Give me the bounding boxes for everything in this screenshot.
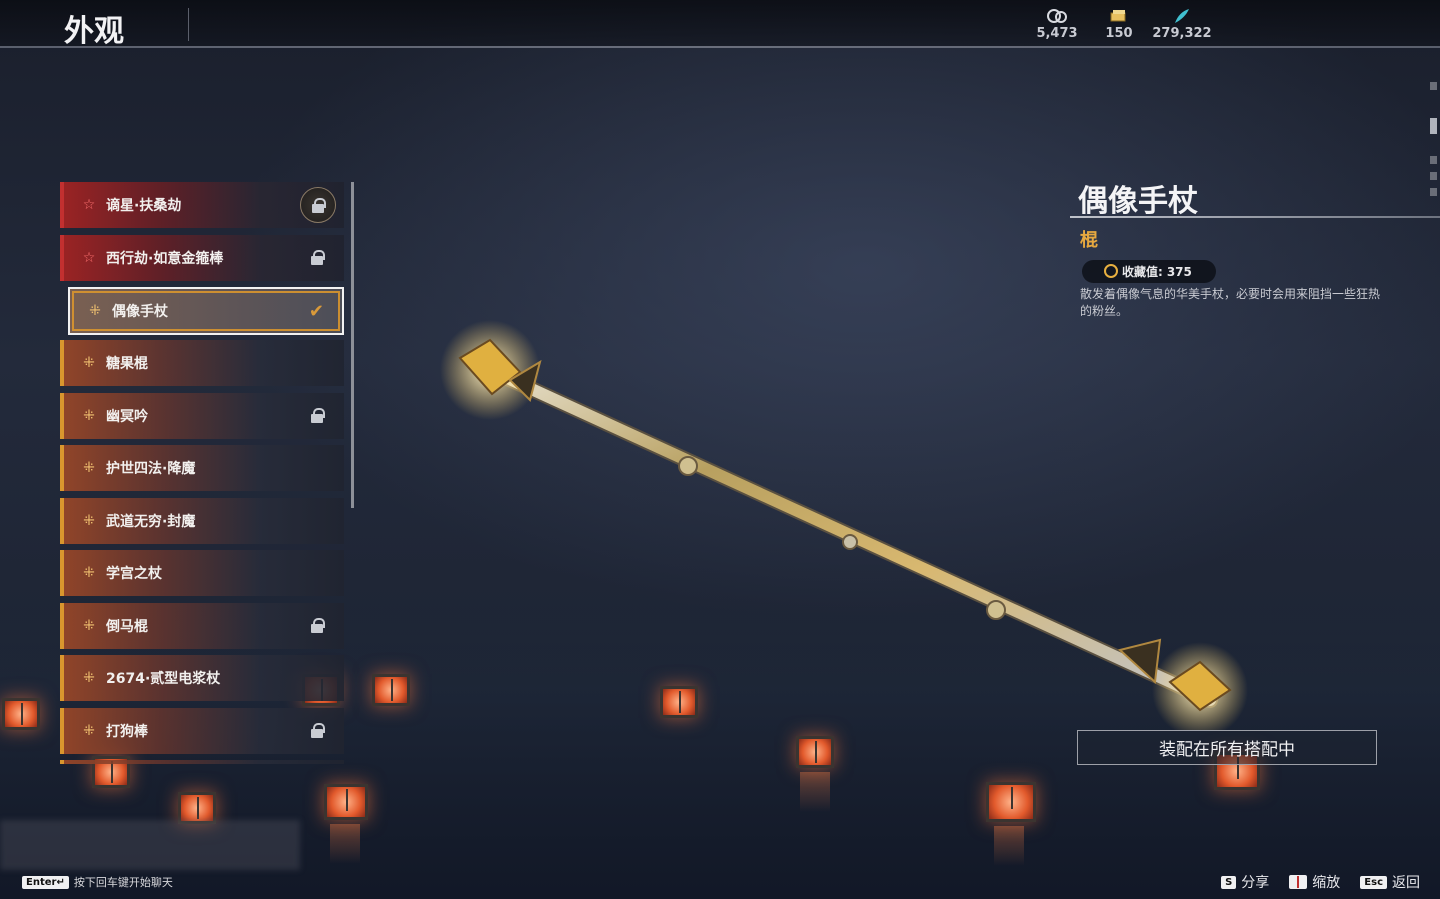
item-description: 散发着偶像气息的华美手杖，必要时会用来阻挡一些狂热的粉丝。 <box>1080 287 1381 318</box>
list-item[interactable]: ⁜ 2674·贰型电浆杖 <box>60 655 344 701</box>
lantern-reflection <box>800 772 830 812</box>
staff-weapon-preview <box>440 320 1248 730</box>
lantern-decoration <box>324 784 368 820</box>
list-item[interactable]: ⁜ 倒马棍 <box>60 603 344 649</box>
list-item[interactable]: ⁜ 打狗棒 <box>60 708 344 754</box>
lantern-reflection <box>330 824 360 864</box>
book-icon <box>1289 875 1308 889</box>
chat-hint: Enter↵ 按下回车键开始聊天 <box>22 874 173 890</box>
footer-actions: S 分享 缩放 Esc 返回 <box>1221 872 1420 892</box>
lock-icon <box>310 250 326 266</box>
item-name: 学宫之杖 <box>106 566 162 582</box>
skin-list[interactable]: ☆ 谪星·扶桑劫 ☆ 西行劫·如意金箍棒 ⁜ 偶像手杖 ✔ ⁜ 糖果棍 ⁜ 幽冥… <box>60 182 346 764</box>
rarity-icon: ⁜ <box>89 303 101 319</box>
scroll-marker <box>1430 172 1437 180</box>
list-item[interactable]: ⁜ 幽冥吟 <box>60 393 344 439</box>
checkmark-icon: ✔ <box>308 300 324 322</box>
lock-icon <box>310 723 326 739</box>
zoom-button[interactable]: 缩放 <box>1289 872 1340 892</box>
lantern-decoration <box>2 698 40 730</box>
rarity-icon: ⁜ <box>83 670 95 686</box>
lantern-decoration <box>986 782 1036 822</box>
item-name: 西行劫·如意金箍棒 <box>106 251 224 267</box>
collection-label: 收藏值: <box>1122 265 1163 279</box>
rarity-icon: ⁜ <box>83 460 95 476</box>
detail-divider <box>1070 216 1440 218</box>
share-label: 分享 <box>1241 875 1270 891</box>
rarity-icon: ⁜ <box>83 723 95 739</box>
list-item[interactable]: ⁜ 护世四法·降魔 <box>60 445 344 491</box>
blurred-region <box>0 820 300 870</box>
collection-value-badge: 收藏值: 375 <box>1082 260 1216 283</box>
item-name: 倒马棍 <box>106 619 148 635</box>
currency-feather: 279,322 <box>1142 8 1222 41</box>
scroll-marker <box>1430 188 1437 196</box>
list-item-partial[interactable] <box>60 760 344 764</box>
rarity-icon: ⁜ <box>83 408 95 424</box>
scroll-marker <box>1430 156 1437 164</box>
lantern-reflection <box>994 826 1024 866</box>
share-button[interactable]: S 分享 <box>1221 872 1269 892</box>
rarity-icon: ⁜ <box>83 355 95 371</box>
item-name: 打狗棒 <box>106 724 148 740</box>
collection-icon <box>1104 264 1118 278</box>
lantern-decoration <box>372 674 410 706</box>
top-bar <box>0 0 1440 48</box>
weapon-type: 棍 <box>1080 230 1098 251</box>
collection-value: 375 <box>1166 264 1192 279</box>
list-scrollbar[interactable] <box>351 182 354 508</box>
item-name: 谪星·扶桑劫 <box>106 198 182 214</box>
item-name: 护世四法·降魔 <box>106 461 196 477</box>
back-button[interactable]: Esc 返回 <box>1360 872 1420 892</box>
list-item[interactable]: ⁜ 糖果棍 <box>60 340 344 386</box>
chat-hint-text: 按下回车键开始聊天 <box>73 876 173 889</box>
scroll-marker[interactable] <box>1430 118 1437 134</box>
lock-icon <box>310 408 326 424</box>
title-separator <box>188 8 189 41</box>
s-key-icon: S <box>1221 875 1237 889</box>
lantern-decoration <box>796 736 834 768</box>
back-label: 返回 <box>1392 875 1420 891</box>
item-name: 2674·贰型电浆杖 <box>106 671 221 687</box>
equip-all-button[interactable]: 装配在所有搭配中 <box>1077 730 1377 765</box>
currency-value: 279,322 <box>1152 26 1212 41</box>
item-name: 武道无穷·封魔 <box>106 514 196 530</box>
item-name: 偶像手杖 <box>112 304 168 320</box>
top-bar-divider <box>0 46 1440 48</box>
item-name: 糖果棍 <box>106 356 148 372</box>
list-item[interactable]: ☆ 谪星·扶桑劫 <box>60 182 344 228</box>
zoom-label: 缩放 <box>1312 875 1341 891</box>
star-icon: ☆ <box>82 250 96 266</box>
lock-icon <box>300 187 336 223</box>
esc-key-icon: Esc <box>1360 875 1387 889</box>
list-item[interactable]: ⁜ 学宫之杖 <box>60 550 344 596</box>
scroll-marker <box>1430 82 1437 90</box>
enter-key-icon: Enter↵ <box>22 875 69 889</box>
feather-icon <box>1142 8 1222 24</box>
list-item[interactable]: ⁜ 武道无穷·封魔 <box>60 498 344 544</box>
item-detail-title: 偶像手杖 <box>1078 184 1198 219</box>
lock-icon <box>310 618 326 634</box>
list-item[interactable]: ☆ 西行劫·如意金箍棒 <box>60 235 344 281</box>
star-icon: ☆ <box>82 197 96 213</box>
rarity-icon: ⁜ <box>83 513 95 529</box>
list-item-selected[interactable]: ⁜ 偶像手杖 ✔ <box>68 287 344 335</box>
item-name: 幽冥吟 <box>106 409 148 425</box>
rarity-icon: ⁜ <box>83 618 95 634</box>
rarity-icon: ⁜ <box>83 565 95 581</box>
page-title: 外观 <box>64 14 124 49</box>
